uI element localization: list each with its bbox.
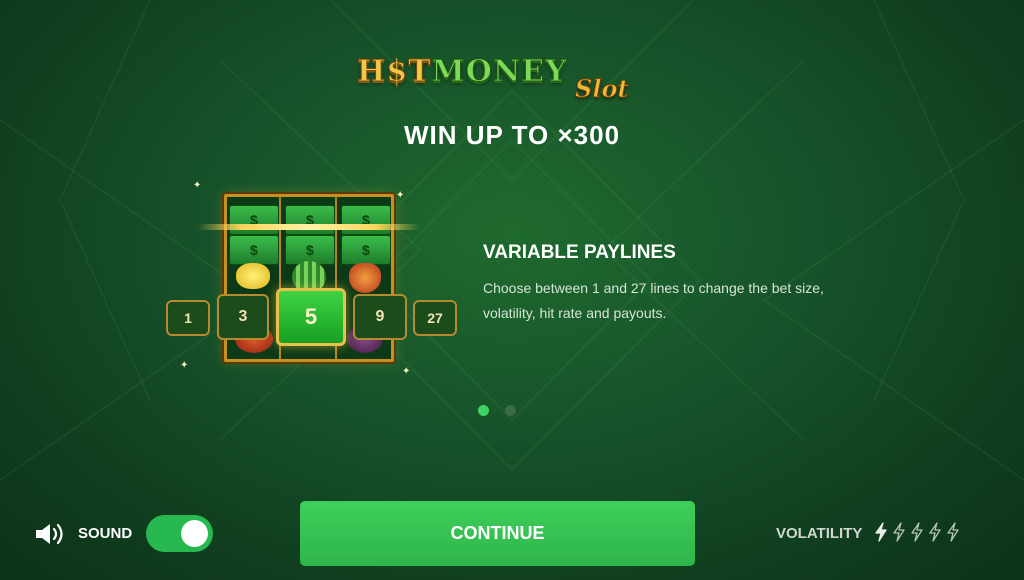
logo-title: H$TMONEY [357,54,568,90]
lines-option-5-selected: 5 [276,288,346,346]
lightning-bolt-icon [947,522,959,542]
feature-description: Choose between 1 and 27 lines to change … [483,280,824,321]
lines-option-1: 1 [166,300,210,336]
sound-label: SOUND [78,525,133,542]
cash-symbol [341,205,391,235]
sparkle-icon: ✦ [402,366,411,377]
lines-option-3: 3 [217,294,269,340]
sparkle-icon: ✦ [180,360,189,371]
sparkle-icon: ✦ [193,180,202,191]
pagination-dot-2[interactable] [505,405,516,416]
logo-word-hot: H$T [357,54,432,90]
max-win-headline: WIN UP TO ×300 [403,120,621,150]
lines-option-9: 9 [353,294,407,340]
lemon-symbol [236,263,270,289]
pagination-dot-1[interactable] [478,405,489,416]
cash-symbol [229,205,279,235]
cash-symbol [341,235,391,265]
lightning-bolt-icon [929,522,941,542]
lines-option-27: 27 [413,300,457,336]
cash-symbol [229,235,279,265]
sparkle-icon: ✦ [396,190,405,201]
logo-subtitle: Slot [575,74,630,104]
continue-button[interactable]: CONTINUE [300,501,695,566]
volatility-label: VOLATILITY [776,525,863,542]
toggle-knob [181,520,208,547]
bell-symbol [349,263,381,293]
logo-word-money: MONEY [431,54,568,90]
payline-highlight [198,224,420,230]
lightning-bolt-icon [911,522,923,542]
game-logo: H$TMONEY Slot [357,50,647,104]
sound-toggle[interactable] [146,515,213,552]
speaker-icon[interactable] [34,522,68,546]
lightning-bolt-icon [875,522,887,542]
feature-title: VARIABLE PAYLINES [483,242,676,263]
cash-symbol [285,205,335,235]
lightning-bolt-icon [893,522,905,542]
